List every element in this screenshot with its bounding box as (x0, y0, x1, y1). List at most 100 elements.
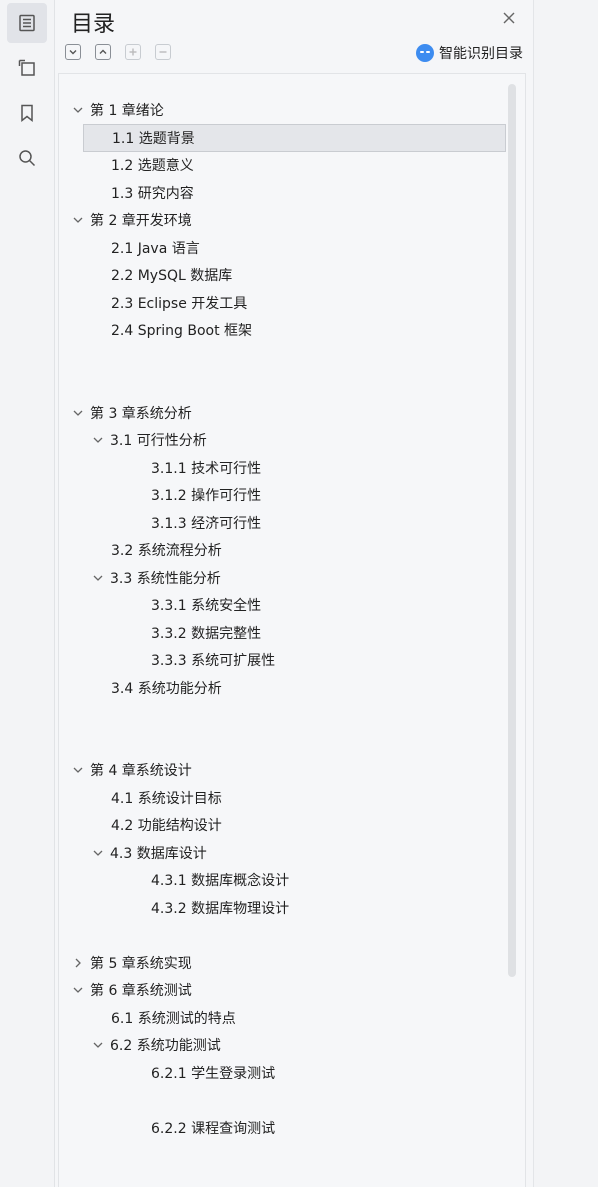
toc-item-label: 6.2 系统功能测试 (110, 1038, 221, 1054)
toc-item-label: 第 3 章系统分析 (90, 405, 192, 422)
toc-item[interactable]: 3.1 可行性分析 (59, 426, 207, 454)
toc-list: 第 1 章绪论 1.1 选题背景 1.2 选题意义 1.3 研究内容第 2 章开发环境… (58, 73, 526, 1187)
toc-item-label: 6.1 系统测试的特点 (111, 1010, 236, 1027)
toc-item-label: 3.3.1 系统安全性 (151, 598, 262, 614)
toc-item[interactable]: 第 2 章开发环境 (59, 206, 192, 234)
toc-blank-row (59, 1086, 151, 1114)
toc-item-label: 3.4 系统功能分析 (111, 680, 222, 697)
toc-item[interactable]: 2.2 MySQL 数据库 (59, 261, 232, 289)
toc-item-label: 第 6 章系统测试 (90, 983, 192, 999)
chevron-down-icon[interactable] (91, 571, 105, 585)
toc-item[interactable]: 3.1.1 技术可行性 (59, 454, 261, 482)
toc-blank-row (59, 701, 111, 729)
panel-title: 目录 (71, 12, 116, 37)
toc-item[interactable]: 2.1 Java 语言 (59, 234, 200, 262)
collapse-all-button[interactable] (95, 44, 111, 60)
toc-item-label: 2.2 MySQL 数据库 (111, 268, 233, 284)
toc-blank-row (59, 344, 111, 372)
toc-item-label: 2.3 Eclipse 开发工具 (111, 295, 248, 312)
toc-item[interactable]: 6.2 系统功能测试 (59, 1031, 221, 1059)
toc-item-label: 3.3.3 系统可扩展性 (151, 653, 276, 669)
chevron-down-icon[interactable] (91, 1038, 105, 1052)
toc-item-label: 4.3.1 数据库概念设计 (151, 873, 290, 889)
chevron-right-icon[interactable] (71, 956, 85, 970)
chevron-down-icon[interactable] (71, 103, 85, 117)
toc-item[interactable]: 3.3 系统性能分析 (59, 564, 221, 592)
toc-item-label: 2.1 Java 语言 (111, 240, 200, 257)
toc-item-label: 第 5 章系统实现 (90, 955, 192, 972)
outline-icon (18, 59, 35, 76)
toc-item-label: 3.1.2 操作可行性 (151, 488, 262, 504)
toc-item[interactable]: 4.2 功能结构设计 (59, 811, 222, 839)
toc-item-label: 3.1.1 技术可行性 (151, 460, 262, 477)
toc-item[interactable]: 3.1.3 经济可行性 (59, 509, 261, 537)
toc-item[interactable]: 6.1 系统测试的特点 (59, 1004, 236, 1032)
toc-item[interactable]: 第 5 章系统实现 (59, 949, 192, 977)
toc-item-label: 3.2 系统流程分析 (111, 543, 222, 559)
chevron-down-icon[interactable] (71, 983, 85, 997)
toc-item-label: 6.2.1 学生登录测试 (151, 1065, 276, 1082)
toc-item[interactable]: 1.2 选题意义 (59, 151, 194, 179)
smart-toc-label: 智能识别目录 (439, 46, 523, 62)
toc-item[interactable]: 4.3.2 数据库物理设计 (59, 894, 289, 922)
toc-item[interactable]: 第 6 章系统测试 (59, 976, 192, 1004)
toc-item[interactable]: 第 3 章系统分析 (59, 399, 192, 427)
toc-item-label: 4.2 功能结构设计 (111, 818, 222, 834)
toc-item-label: 3.1 可行性分析 (110, 433, 207, 449)
bookmark-tab[interactable] (7, 93, 47, 133)
add-icon (129, 48, 137, 56)
toc-item-label: 1.1 选题背景 (112, 130, 195, 147)
toc-item-label: 第 1 章绪论 (90, 103, 164, 119)
toc-item-label: 4.3.2 数据库物理设计 (151, 900, 290, 917)
toc-tab[interactable] (7, 3, 47, 43)
toc-item-selected[interactable]: 1.1 选题背景 (83, 123, 506, 152)
toc-blank-row (59, 729, 111, 757)
close-button[interactable] (501, 10, 517, 26)
outline-tab[interactable] (7, 48, 47, 88)
toc-item-label: 第 2 章开发环境 (90, 213, 192, 229)
toc-item-label: 1.3 研究内容 (111, 185, 194, 202)
toc-item[interactable]: 3.3.2 数据完整性 (59, 619, 261, 647)
toc-item[interactable]: 6.2.1 学生登录测试 (59, 1059, 275, 1087)
toc-item[interactable]: 2.4 Spring Boot 框架 (59, 316, 252, 344)
toc-item-label: 3.3.2 数据完整性 (151, 625, 262, 642)
toc-item[interactable]: 3.3.1 系统安全性 (59, 591, 261, 619)
chevron-down-icon[interactable] (91, 433, 105, 447)
close-icon (503, 12, 515, 24)
toc-item-label: 1.2 选题意义 (111, 158, 194, 174)
sidebar-rail (0, 0, 55, 1187)
search-icon (19, 150, 36, 167)
toc-item-label: 3.3 系统性能分析 (110, 570, 221, 587)
toc-item[interactable]: 4.3 数据库设计 (59, 839, 207, 867)
toc-item[interactable]: 第 1 章绪论 (59, 96, 164, 124)
toc-item[interactable]: 2.3 Eclipse 开发工具 (59, 289, 247, 317)
chevron-down-icon[interactable] (71, 763, 85, 777)
smart-toc-button[interactable]: 智能识别目录 (416, 43, 523, 63)
toc-item[interactable]: 1.3 研究内容 (59, 179, 194, 207)
chevron-down-icon[interactable] (71, 406, 85, 420)
search-tab[interactable] (7, 138, 47, 178)
toc-item[interactable]: 3.4 系统功能分析 (59, 674, 222, 702)
expand-all-button[interactable] (65, 44, 81, 60)
collapse-all-icon (99, 49, 107, 54)
toc-item-label: 3.1.3 经济可行性 (151, 515, 262, 532)
remove-entry-button[interactable] (155, 44, 171, 60)
toc-item-label: 2.4 Spring Boot 框架 (111, 323, 253, 339)
toc-item[interactable]: 第 4 章系统设计 (59, 756, 192, 784)
toc-item[interactable]: 6.2.2 课程查询测试 (59, 1114, 275, 1142)
toc-item-label: 6.2.2 课程查询测试 (151, 1120, 276, 1137)
toc-item[interactable]: 3.1.2 操作可行性 (59, 481, 261, 509)
toc-panel: 目录 智能识别目录 第 1 章绪论 1.1 选题背景 1.2 选题意义 1.3 研究内… (55, 0, 534, 1187)
add-entry-button[interactable] (125, 44, 141, 60)
toc-item-label: 4.1 系统设计目标 (111, 790, 222, 807)
smart-recognize-icon (416, 44, 434, 62)
toc-item[interactable]: 3.2 系统流程分析 (59, 536, 222, 564)
toc-item[interactable]: 4.1 系统设计目标 (59, 784, 222, 812)
toc-blank-row (59, 921, 111, 949)
scrollbar-thumb[interactable] (508, 84, 516, 977)
toc-item-label: 4.3 数据库设计 (110, 845, 207, 862)
chevron-down-icon[interactable] (71, 213, 85, 227)
chevron-down-icon[interactable] (91, 846, 105, 860)
toc-item[interactable]: 4.3.1 数据库概念设计 (59, 866, 289, 894)
toc-item[interactable]: 3.3.3 系统可扩展性 (59, 646, 275, 674)
